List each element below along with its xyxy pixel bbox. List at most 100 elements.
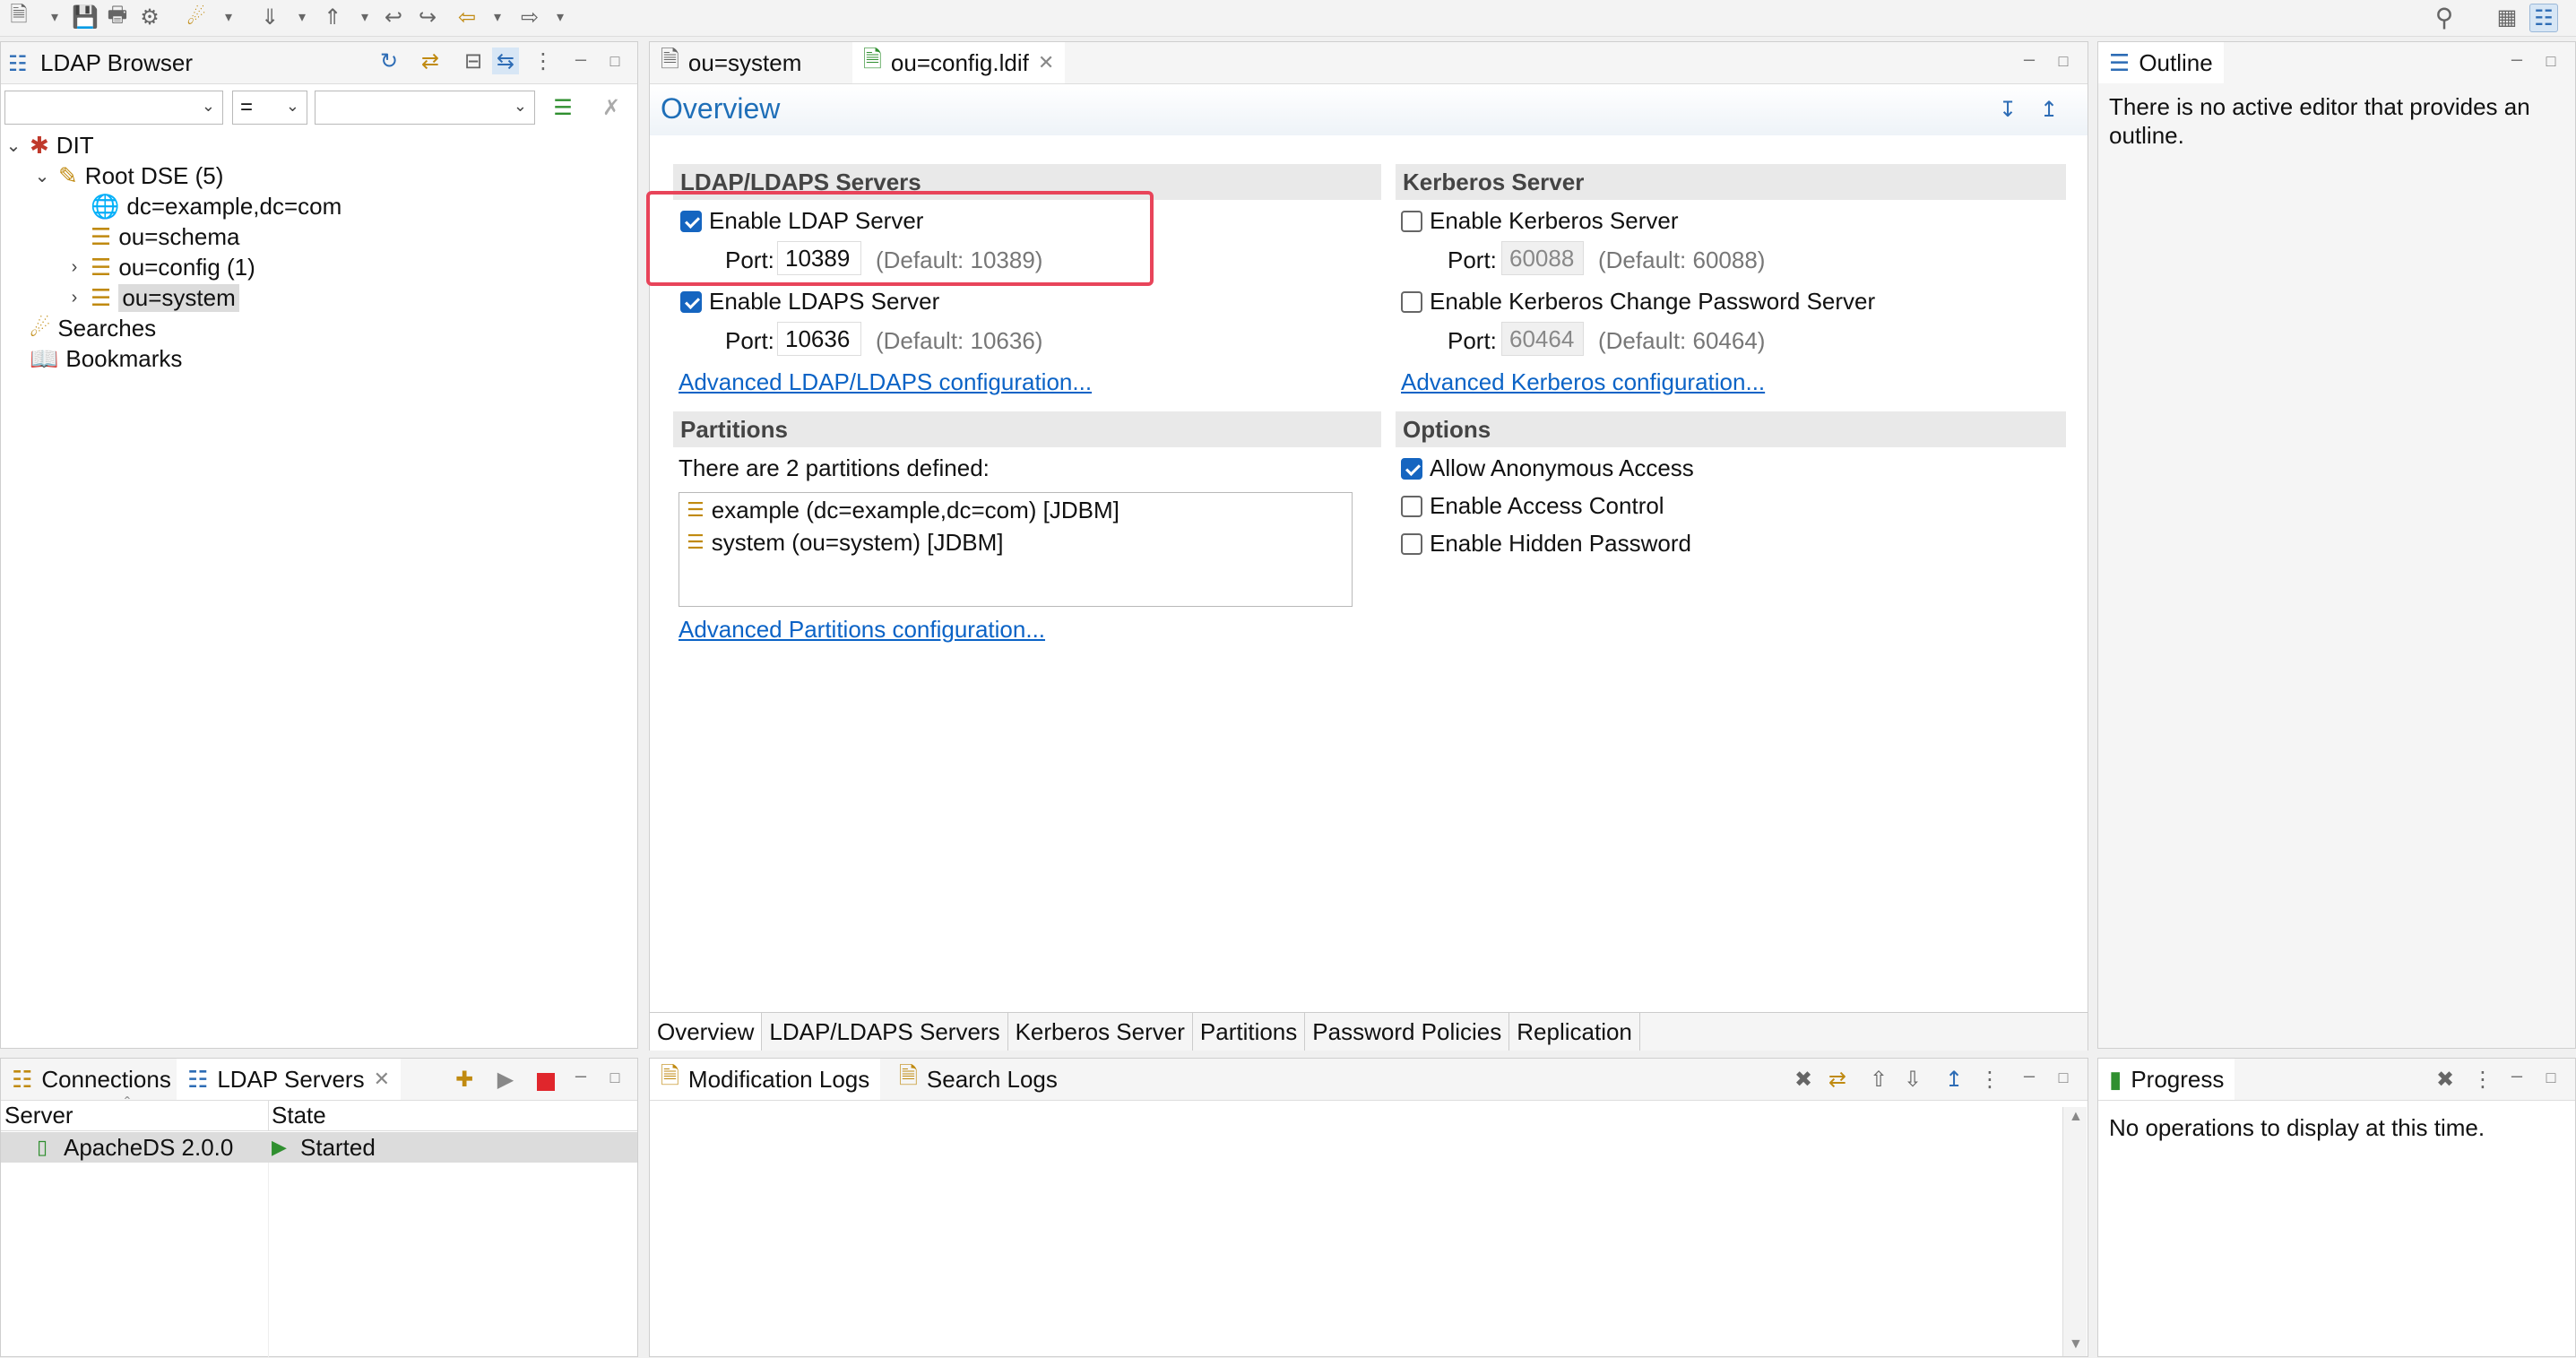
dropdown-arrow-icon[interactable]: ▾: [547, 4, 574, 30]
minimize-icon[interactable]: –: [2505, 48, 2528, 70]
minimize-icon[interactable]: –: [569, 1064, 592, 1086]
allow-anonymous-label[interactable]: Allow Anonymous Access: [1430, 454, 1694, 482]
enable-change-password-checkbox[interactable]: [1401, 291, 1422, 313]
enable-kerberos-label[interactable]: Enable Kerberos Server: [1430, 207, 1678, 235]
minimize-icon[interactable]: –: [2018, 1064, 2041, 1086]
ldap-browser-title[interactable]: LDAP Browser: [40, 49, 193, 77]
dropdown-arrow-icon[interactable]: ▾: [215, 4, 242, 30]
print-icon[interactable]: 🖶: [104, 3, 131, 30]
tab-search-logs[interactable]: 🗎 Search Logs: [888, 1059, 1068, 1100]
hidden-password-label[interactable]: Enable Hidden Password: [1430, 530, 1691, 558]
new-server-icon[interactable]: ✚: [451, 1066, 478, 1093]
page-tab-password-policies[interactable]: Password Policies: [1305, 1013, 1510, 1051]
stop-icon[interactable]: [537, 1073, 555, 1091]
enable-ldaps-label[interactable]: Enable LDAPS Server: [709, 288, 939, 316]
remove-all-icon[interactable]: ✖: [2432, 1066, 2459, 1093]
change-password-port-input[interactable]: 60464: [1501, 322, 1584, 356]
view-menu-icon[interactable]: ⋮: [530, 48, 557, 74]
kerberos-port-input[interactable]: 60088: [1501, 241, 1584, 275]
export-icon[interactable]: ↥: [1941, 1066, 1967, 1093]
connection-wizard-icon[interactable]: ☄: [183, 4, 210, 30]
ldaps-port-input[interactable]: 10636: [777, 322, 861, 356]
allow-anonymous-checkbox[interactable]: [1401, 458, 1422, 480]
chevron-down-icon[interactable]: ⌄: [4, 134, 22, 157]
back-arrow-icon[interactable]: ⇦: [454, 4, 480, 30]
access-control-checkbox[interactable]: [1401, 496, 1422, 517]
chevron-right-icon[interactable]: ›: [65, 288, 83, 308]
tab-modification-logs[interactable]: 🗎 Modification Logs: [650, 1059, 881, 1100]
page-tab-kerberos[interactable]: Kerberos Server: [1008, 1013, 1193, 1051]
newer-icon[interactable]: ⇩: [1899, 1066, 1926, 1093]
maximize-icon[interactable]: □: [2052, 51, 2075, 71]
maximize-icon[interactable]: □: [2539, 1068, 2563, 1087]
search-icon[interactable]: ⚲: [2431, 4, 2458, 31]
column-server[interactable]: Server: [4, 1102, 73, 1129]
close-icon[interactable]: ✕: [1038, 51, 1054, 74]
dropdown-arrow-icon[interactable]: ▾: [289, 4, 316, 30]
ldap-port-input[interactable]: 10389: [777, 241, 861, 275]
access-control-label[interactable]: Enable Access Control: [1430, 492, 1664, 520]
column-state[interactable]: State: [272, 1102, 326, 1129]
prev-annotation-icon[interactable]: ⇑: [319, 4, 346, 30]
value-filter-combo[interactable]: ⌄: [315, 91, 535, 125]
apply-filter-icon[interactable]: ☰: [549, 94, 576, 121]
page-tab-partitions[interactable]: Partitions: [1193, 1013, 1306, 1051]
next-annotation-icon[interactable]: ⇓: [256, 4, 283, 30]
page-tab-replication[interactable]: Replication: [1509, 1013, 1640, 1051]
link-with-editor-icon[interactable]: ↻: [376, 48, 402, 74]
maximize-icon[interactable]: □: [603, 51, 627, 71]
hidden-password-checkbox[interactable]: [1401, 533, 1422, 555]
view-menu-icon[interactable]: ⋮: [2469, 1066, 2496, 1093]
enable-ldap-checkbox[interactable]: [680, 211, 702, 232]
tree-item-example[interactable]: 🌐 dc=example,dc=com: [91, 191, 341, 221]
enable-ldaps-checkbox[interactable]: [680, 291, 702, 313]
tab-ldap-servers[interactable]: ☷ LDAP Servers ✕: [177, 1059, 402, 1100]
advanced-ldap-link[interactable]: Advanced LDAP/LDAPS configuration...: [679, 368, 1092, 396]
advanced-kerberos-link[interactable]: Advanced Kerberos configuration...: [1401, 368, 1765, 396]
minimize-icon[interactable]: –: [569, 48, 592, 70]
attribute-filter-combo[interactable]: ⌄: [4, 91, 223, 125]
tab-ou-config-ldif[interactable]: 🗎 ou=config.ldif ✕: [852, 42, 1066, 83]
last-edit-location-icon[interactable]: ↩: [380, 4, 407, 30]
dropdown-arrow-icon[interactable]: ▾: [484, 4, 511, 30]
run-icon[interactable]: ▶: [492, 1066, 519, 1093]
tree-item-schema[interactable]: ☰ ou=schema: [91, 221, 239, 252]
maximize-icon[interactable]: □: [2052, 1068, 2075, 1087]
log-text-area[interactable]: [650, 1107, 2061, 1356]
chevron-down-icon[interactable]: ⌄: [33, 165, 51, 187]
vertical-scrollbar[interactable]: ▲ ▼: [2062, 1107, 2087, 1356]
page-tab-ldap-servers[interactable]: LDAP/LDAPS Servers: [762, 1013, 1008, 1051]
refresh-icon[interactable]: ⇄: [1824, 1066, 1851, 1093]
scroll-up-icon[interactable]: ▲: [2069, 1109, 2083, 1125]
ldap-perspective-icon[interactable]: ☷: [2529, 4, 2558, 32]
collapse-all-icon[interactable]: ⊟: [460, 48, 487, 74]
enable-ldap-label[interactable]: Enable LDAP Server: [709, 207, 923, 235]
save-icon[interactable]: 💾: [72, 4, 99, 30]
close-icon[interactable]: ✕: [374, 1068, 390, 1091]
list-item[interactable]: ☰ example (dc=example,dc=com) [JDBM]: [687, 495, 1119, 525]
settings-gear-icon[interactable]: ⚙: [136, 4, 163, 30]
minimize-icon[interactable]: –: [2018, 48, 2041, 70]
older-icon[interactable]: ⇧: [1865, 1066, 1892, 1093]
tree-searches[interactable]: ☄ Searches: [30, 313, 156, 343]
tab-connections[interactable]: ☷ Connections: [1, 1059, 182, 1100]
list-item[interactable]: ☰ system (ou=system) [JDBM]: [687, 527, 1004, 558]
advanced-partitions-link[interactable]: Advanced Partitions configuration...: [679, 616, 1045, 644]
table-row[interactable]: ▯ ApacheDS 2.0.0 ▶ Started: [1, 1132, 637, 1163]
operator-combo[interactable]: = ⌄: [232, 91, 307, 125]
tree-dit[interactable]: ⌄ ✱ DIT: [4, 130, 94, 160]
link-editor-toggle-icon[interactable]: ⇆: [492, 48, 519, 74]
chevron-right-icon[interactable]: ›: [65, 257, 83, 278]
dropdown-arrow-icon[interactable]: ▾: [351, 4, 378, 30]
enable-kerberos-checkbox[interactable]: [1401, 211, 1422, 232]
dropdown-arrow-icon[interactable]: ▾: [41, 4, 68, 30]
tree-item-system[interactable]: › ☰ ou=system: [65, 282, 239, 313]
view-menu-icon[interactable]: ⋮: [1976, 1066, 2003, 1093]
page-tab-overview[interactable]: Overview: [650, 1013, 763, 1051]
import-icon[interactable]: ↧: [1994, 96, 2021, 123]
scroll-down-icon[interactable]: ▼: [2069, 1336, 2083, 1353]
tab-progress[interactable]: ▮ Progress: [2098, 1059, 2235, 1100]
enable-change-password-label[interactable]: Enable Kerberos Change Password Server: [1430, 288, 1875, 316]
tree-bookmarks[interactable]: 📖 Bookmarks: [30, 343, 182, 374]
tree-root-dse[interactable]: ⌄ ✎ Root DSE (5): [33, 160, 224, 191]
